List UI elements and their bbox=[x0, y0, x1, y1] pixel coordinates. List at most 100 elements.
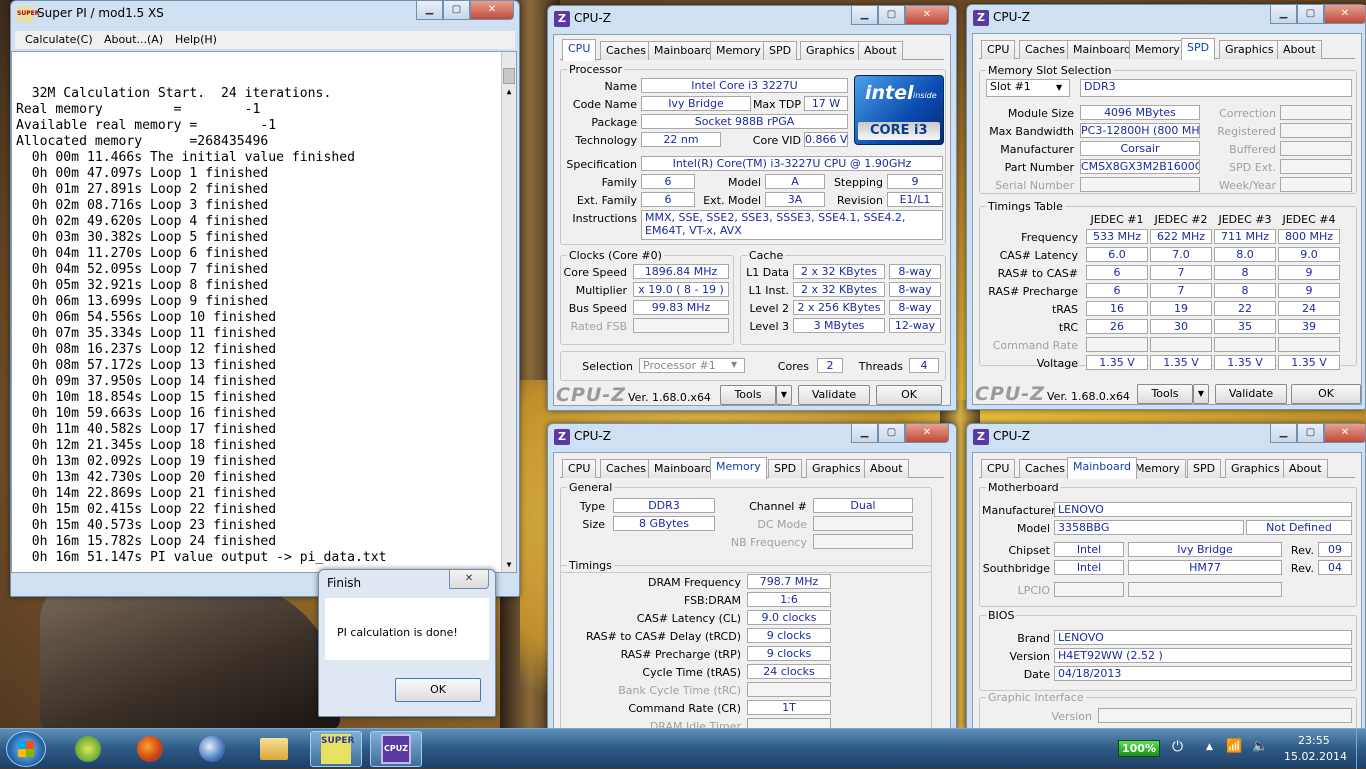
tools-dropdown-button[interactable]: ▼ bbox=[1193, 384, 1209, 404]
taskbar-app-superpi[interactable]: SUPER bbox=[310, 731, 362, 767]
start-button[interactable] bbox=[6, 731, 46, 767]
taskbar-app-thunderbird[interactable] bbox=[186, 731, 238, 767]
taskbar-app-firefox[interactable] bbox=[124, 731, 176, 767]
memory-timing-value bbox=[747, 682, 831, 697]
minimize-button[interactable]: ▁ bbox=[851, 424, 878, 443]
tab-cpu[interactable]: CPU bbox=[981, 459, 1016, 478]
tab-spd[interactable]: SPD bbox=[1187, 459, 1222, 478]
tab-about[interactable]: About bbox=[1277, 40, 1322, 59]
close-button[interactable]: ✕ bbox=[905, 424, 949, 443]
close-button[interactable]: ✕ bbox=[1324, 424, 1366, 443]
superpi-titlebar[interactable]: SUPER Super PI / mod1.5 XS ▁ ▢ ✕ bbox=[11, 1, 519, 27]
tab-cpu[interactable]: CPU bbox=[981, 40, 1016, 59]
tab-mainboard[interactable]: Mainboard bbox=[1067, 40, 1138, 59]
validate-button[interactable]: Validate bbox=[1215, 384, 1287, 404]
tools-button[interactable]: Tools bbox=[1137, 384, 1193, 404]
timings-row-label: tRC bbox=[1058, 321, 1078, 334]
close-button[interactable]: ✕ bbox=[470, 1, 514, 20]
scroll-thumb[interactable] bbox=[503, 68, 515, 84]
tab-about[interactable]: About bbox=[858, 41, 903, 60]
tab-graphics[interactable]: Graphics bbox=[1219, 40, 1280, 59]
output-line: 0h 16m 51.147s PI value output -> pi_dat… bbox=[16, 550, 387, 565]
output-line: 0h 02m 49.620s Loop 4 finished bbox=[16, 214, 269, 229]
tools-dropdown-button[interactable]: ▼ bbox=[776, 385, 792, 405]
scroll-up-arrow[interactable]: ▲ bbox=[502, 84, 516, 99]
chevron-down-icon[interactable]: ▼ bbox=[1056, 83, 1062, 92]
tab-spd[interactable]: SPD bbox=[768, 459, 803, 478]
output-line: 0h 03m 30.382s Loop 5 finished bbox=[16, 230, 269, 245]
dialog-ok-button[interactable]: OK bbox=[395, 678, 481, 702]
maximize-button[interactable]: ▢ bbox=[1297, 5, 1324, 24]
network-signal-icon[interactable]: 📶 bbox=[1226, 739, 1242, 754]
cpuz-window-cpu[interactable]: Z CPU-Z ▁ ▢ ✕ CPU Caches Mainboard Memor… bbox=[547, 5, 957, 411]
tab-caches[interactable]: Caches bbox=[1019, 40, 1071, 59]
taskbar-app-globe[interactable] bbox=[62, 731, 114, 767]
tools-button[interactable]: Tools bbox=[720, 385, 776, 405]
volume-icon[interactable]: 🔈 bbox=[1252, 739, 1268, 754]
timings-cell: 9.0 bbox=[1278, 247, 1340, 262]
minimize-button[interactable]: ▁ bbox=[1270, 424, 1297, 443]
taskbar-app-cpuz[interactable]: CPUZ bbox=[370, 731, 422, 767]
tab-graphics[interactable]: Graphics bbox=[800, 41, 861, 60]
cpuz-window-spd[interactable]: Z CPU-Z ▁ ▢ ✕ CPU Caches Mainboard Memor… bbox=[966, 4, 1366, 410]
tab-spd[interactable]: SPD bbox=[763, 41, 798, 60]
close-button[interactable]: ✕ bbox=[905, 6, 949, 25]
ok-button[interactable]: OK bbox=[1291, 384, 1361, 404]
tab-cpu[interactable]: CPU bbox=[562, 459, 597, 478]
tab-spd[interactable]: SPD bbox=[1181, 38, 1216, 60]
timings-row-label: Frequency bbox=[1021, 231, 1078, 244]
maximize-button[interactable]: ▢ bbox=[443, 1, 470, 20]
taskbar-app-explorer[interactable] bbox=[248, 731, 300, 767]
scroll-down-arrow[interactable]: ▼ bbox=[502, 557, 516, 572]
ok-button[interactable]: OK bbox=[876, 385, 942, 405]
vertical-scrollbar[interactable]: ▲ ▼ bbox=[501, 52, 516, 572]
tab-memory[interactable]: Memory bbox=[710, 41, 767, 60]
minimize-button[interactable]: ▁ bbox=[851, 6, 878, 25]
tab-caches[interactable]: Caches bbox=[1019, 459, 1071, 478]
menu-about[interactable]: About...(A) bbox=[104, 33, 163, 46]
power-plug-icon[interactable]: ⏻ bbox=[1172, 739, 1183, 755]
tab-graphics[interactable]: Graphics bbox=[806, 459, 867, 478]
battery-indicator[interactable]: 100% bbox=[1118, 740, 1160, 757]
tab-caches[interactable]: Caches bbox=[600, 459, 652, 478]
cpuz-window-mainboard[interactable]: Z CPU-Z ▁ ▢ ✕ CPU Caches Mainboard Memor… bbox=[966, 423, 1366, 737]
memory-timing-value: 1:6 bbox=[747, 592, 831, 607]
chevron-down-icon[interactable]: ▼ bbox=[731, 360, 737, 369]
clock-date[interactable]: 15.02.2014 bbox=[1284, 750, 1347, 763]
output-line: 0h 00m 11.466s The initial value finishe… bbox=[16, 150, 355, 165]
tab-graphics[interactable]: Graphics bbox=[1225, 459, 1286, 478]
validate-button[interactable]: Validate bbox=[798, 385, 870, 405]
tab-mainboard[interactable]: Mainboard bbox=[648, 459, 719, 478]
maximize-button[interactable]: ▢ bbox=[878, 424, 905, 443]
dialog-close-button[interactable]: ✕ bbox=[449, 570, 489, 589]
thunderbird-icon bbox=[199, 736, 225, 762]
menu-help[interactable]: Help(H) bbox=[175, 33, 217, 46]
processor-select[interactable]: Processor #1 bbox=[639, 358, 745, 373]
tab-mainboard[interactable]: Mainboard bbox=[648, 41, 719, 60]
clock-time[interactable]: 23:55 bbox=[1298, 734, 1330, 747]
tab-cpu[interactable]: CPU bbox=[562, 39, 597, 61]
maximize-button[interactable]: ▢ bbox=[878, 6, 905, 25]
timings-cell: 7.0 bbox=[1150, 247, 1212, 262]
menu-calculate[interactable]: Calculate(C) bbox=[25, 33, 93, 46]
close-button[interactable]: ✕ bbox=[1324, 5, 1366, 24]
output-text-area[interactable]: 32M Calculation Start. 24 iterations. Rea… bbox=[11, 51, 517, 573]
tab-memory[interactable]: Memory bbox=[1129, 459, 1186, 478]
minimize-button[interactable]: ▁ bbox=[416, 1, 443, 20]
superpi-window[interactable]: SUPER Super PI / mod1.5 XS ▁ ▢ ✕ Calcula… bbox=[10, 0, 520, 597]
tab-mainboard[interactable]: Mainboard bbox=[1067, 457, 1138, 479]
tab-caches[interactable]: Caches bbox=[600, 41, 652, 60]
globe-icon bbox=[75, 736, 101, 762]
finish-dialog[interactable]: Finish ✕ PI calculation is done! OK bbox=[318, 569, 496, 717]
minimize-button[interactable]: ▁ bbox=[1270, 5, 1297, 24]
slot-group: Memory Slot Selection Slot #1 ▼ DDR3 Mod… bbox=[979, 64, 1357, 194]
tab-about[interactable]: About bbox=[1283, 459, 1328, 478]
show-desktop-button[interactable] bbox=[1356, 729, 1366, 769]
tab-about[interactable]: About bbox=[864, 459, 909, 478]
timings-cell: 1.35 V bbox=[1150, 355, 1212, 370]
cpuz-window-memory[interactable]: Z CPU-Z ▁ ▢ ✕ CPU Caches Mainboard Memor… bbox=[547, 423, 957, 735]
tab-memory[interactable]: Memory bbox=[1129, 40, 1186, 59]
show-hidden-icons-icon[interactable]: ▲ bbox=[1206, 742, 1213, 752]
maximize-button[interactable]: ▢ bbox=[1297, 424, 1324, 443]
tab-memory[interactable]: Memory bbox=[710, 457, 767, 479]
